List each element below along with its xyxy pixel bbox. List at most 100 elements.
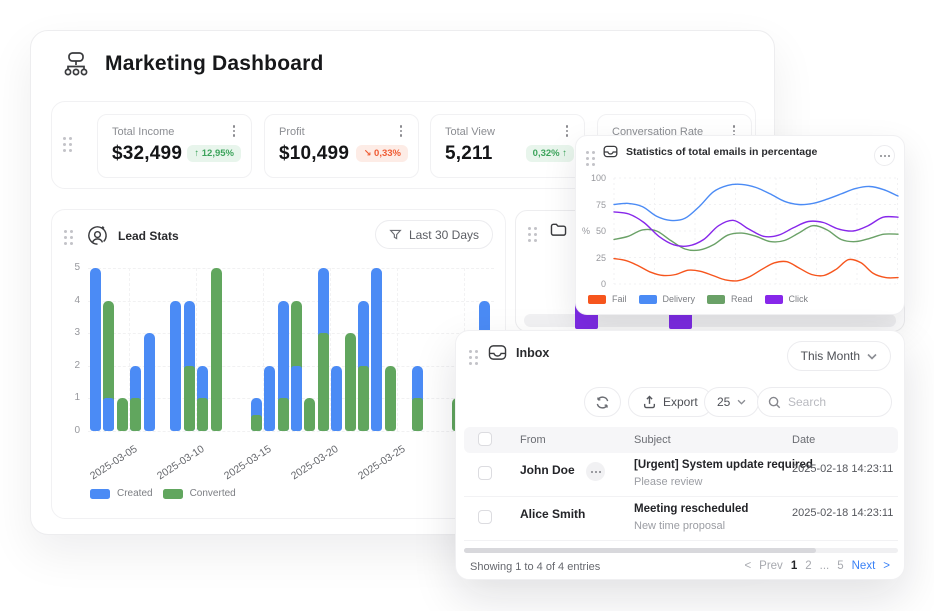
column-header-date: Date xyxy=(792,434,815,446)
bar-segment xyxy=(184,366,195,431)
legend-swatch xyxy=(90,489,110,499)
search-input[interactable] xyxy=(788,395,880,409)
bar-segment xyxy=(144,333,155,431)
pagination-item-[interactable]: > xyxy=(883,560,890,572)
legend-label: Read xyxy=(731,294,753,304)
cell-date: 2025-02-18 14:23:11 xyxy=(792,507,893,519)
kpi-card-total-income: Total Income $32,499 ↑ 12,95% xyxy=(97,114,252,178)
search-field[interactable] xyxy=(757,387,892,417)
kpi-trend-badge: ↑ 12,95% xyxy=(187,145,241,162)
page-size-dropdown[interactable]: 25 xyxy=(704,387,759,417)
kpi-card-total-view: Total View5,2110,32% ↑ xyxy=(430,114,585,178)
horizontal-scrollbar[interactable] xyxy=(464,548,898,553)
period-label: This Month xyxy=(801,349,860,363)
table-row[interactable]: Alice SmithMeeting rescheduledNew time p… xyxy=(464,497,898,541)
legend-label: Created xyxy=(117,488,153,499)
legend-item: Created xyxy=(90,488,153,499)
row-checkbox[interactable] xyxy=(478,466,492,480)
legend-label: Delivery xyxy=(663,294,696,304)
bar-segment xyxy=(385,366,396,431)
legend-item: Read xyxy=(707,294,753,304)
kebab-menu-icon[interactable] xyxy=(394,125,408,141)
y-axis-tick: 5 xyxy=(64,262,80,273)
scrollbar-thumb[interactable] xyxy=(464,548,816,553)
y-axis-tick: 100 xyxy=(584,173,606,183)
pagination-item-next[interactable]: Next xyxy=(852,560,876,572)
lead-stats-card: Lead Stats Last 30 Days 5432102025-03-05… xyxy=(51,209,506,519)
bar-segment xyxy=(251,415,262,431)
x-axis-tick: 2025-03-25 xyxy=(356,443,408,482)
search-icon xyxy=(768,396,781,409)
kebab-menu-icon[interactable] xyxy=(560,125,574,141)
gridline xyxy=(397,268,398,431)
x-axis-tick: 2025-03-10 xyxy=(155,443,207,482)
page-size-value: 25 xyxy=(717,395,730,409)
export-icon xyxy=(643,395,656,409)
export-button[interactable]: Export xyxy=(628,387,713,417)
folder-card-drag-handle[interactable] xyxy=(528,227,537,242)
bar-segment xyxy=(197,398,208,431)
cell-from: Alice Smith xyxy=(520,507,585,521)
bar-segment xyxy=(130,398,141,431)
kebab-menu-icon[interactable] xyxy=(227,125,241,141)
kpi-value: 5,211 xyxy=(445,143,493,165)
y-axis-tick: 25 xyxy=(584,253,606,263)
y-axis-tick: 4 xyxy=(64,295,80,306)
pagination-item-5[interactable]: 5 xyxy=(837,560,843,572)
column-header-from: From xyxy=(520,434,546,446)
bar-segment xyxy=(371,268,382,431)
inbox-title: Inbox xyxy=(516,346,549,360)
gridline xyxy=(88,431,494,432)
period-dropdown[interactable]: This Month xyxy=(787,341,891,371)
kpi-card-profit: Profit$10,499↘ 0,33% xyxy=(264,114,419,178)
table-header: From Subject Date xyxy=(464,427,898,453)
y-axis-tick: 3 xyxy=(64,327,80,338)
bar-segment xyxy=(90,268,101,431)
dashboard-header: Marketing Dashboard xyxy=(61,49,324,79)
pagination-item-[interactable]: < xyxy=(744,560,751,572)
pagination-item-2[interactable]: 2 xyxy=(805,560,811,572)
bar-segment xyxy=(278,398,289,431)
kpi-title: Total Income xyxy=(112,126,174,138)
bar-segment xyxy=(117,398,128,431)
pagination-item-prev[interactable]: Prev xyxy=(759,560,783,572)
y-axis-tick: 0 xyxy=(64,425,80,436)
legend-item: Delivery xyxy=(639,294,696,304)
row-checkbox[interactable] xyxy=(478,510,492,524)
bar-segment xyxy=(358,366,369,431)
gridline xyxy=(88,268,494,269)
bar-segment xyxy=(345,333,356,431)
export-label: Export xyxy=(663,395,698,409)
table-row[interactable]: John Doe[Urgent] System update requiredP… xyxy=(464,453,898,497)
page-title: Marketing Dashboard xyxy=(105,52,324,76)
kpi-value: $10,499 xyxy=(279,143,349,165)
pagination-item-1[interactable]: 1 xyxy=(791,560,797,572)
email-stats-chart: 1007550250 xyxy=(576,136,906,316)
legend-label: Fail xyxy=(612,294,627,304)
select-all-checkbox[interactable] xyxy=(478,432,492,446)
pagination-item-[interactable]: ... xyxy=(820,560,830,572)
cell-preview: Please review xyxy=(634,476,702,488)
chevron-down-icon xyxy=(737,399,746,405)
chevron-down-icon xyxy=(867,353,877,360)
row-menu-button[interactable] xyxy=(586,462,605,481)
legend-item: Converted xyxy=(163,488,236,499)
y-axis-tick: 75 xyxy=(584,200,606,210)
kpi-trend-badge: ↘ 0,33% xyxy=(356,145,408,162)
lead-stats-chart: 5432102025-03-052025-03-102025-03-152025… xyxy=(52,210,507,520)
bar-segment xyxy=(318,333,329,431)
inbox-icon xyxy=(488,344,507,361)
pagination: < Prev 12... 5 Next > xyxy=(744,560,890,572)
folder-icon xyxy=(550,222,567,237)
y-axis-tick: 50 xyxy=(584,226,606,236)
legend-swatch xyxy=(707,295,725,304)
kpi-strip-drag-handle[interactable] xyxy=(63,137,72,152)
kpi-value: $32,499 xyxy=(112,143,182,165)
line-series-fail xyxy=(614,259,898,281)
y-axis-tick: 2 xyxy=(64,360,80,371)
bar-segment xyxy=(304,398,315,431)
bar-segment xyxy=(412,398,423,431)
inbox-drag-handle[interactable] xyxy=(469,350,478,365)
refresh-button[interactable] xyxy=(584,387,621,417)
cell-date: 2025-02-18 14:23:11 xyxy=(792,463,893,475)
